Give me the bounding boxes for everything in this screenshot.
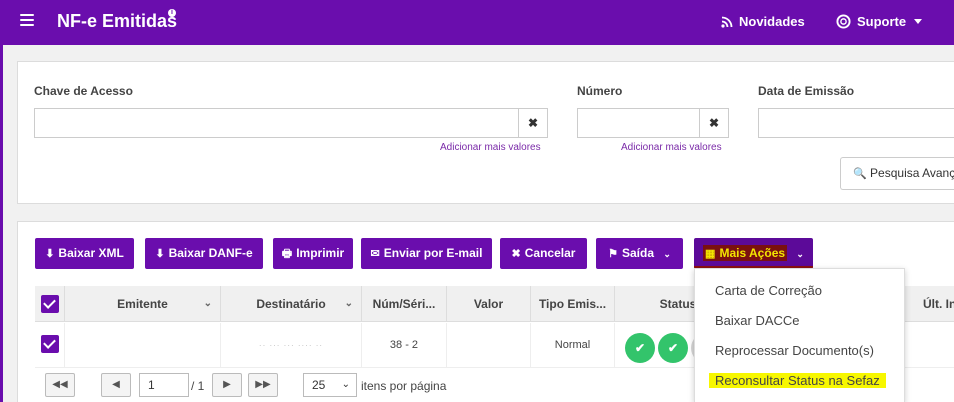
- chave-clear-button[interactable]: ✖: [518, 108, 548, 138]
- cell-valor: [447, 323, 531, 368]
- cell-tipo-emissao: Normal: [531, 323, 615, 368]
- close-icon: ✖: [511, 248, 521, 260]
- imprimir-label: Imprimir: [296, 246, 345, 260]
- cancelar-button[interactable]: ✖ Cancelar: [500, 238, 587, 269]
- chevron-down-icon: ⌄: [796, 249, 804, 259]
- chevron-down-icon: ⌄: [203, 298, 212, 309]
- numero-input[interactable]: [577, 108, 700, 138]
- top-bar: NF-e Emitidas i Novidades Suporte: [0, 0, 954, 45]
- column-label: Valor: [473, 297, 504, 311]
- caret-down-icon: [914, 19, 923, 24]
- search-icon: 🔍: [853, 168, 867, 180]
- prev-page-button[interactable]: ◀: [101, 373, 131, 397]
- mais-acoes-label: Mais Ações: [719, 246, 786, 260]
- chave-label: Chave de Acesso: [34, 84, 133, 98]
- column-header-emitente[interactable]: Emitente ⌄: [65, 286, 221, 322]
- row-checkbox[interactable]: [41, 335, 59, 353]
- per-page-label: itens por página: [361, 379, 447, 393]
- enviar-email-button[interactable]: ✉ Enviar por E-mail: [361, 238, 492, 269]
- download-icon: ⬇: [155, 248, 165, 260]
- baixar-danfe-button[interactable]: ⬇ Baixar DANF-e: [145, 238, 263, 269]
- lifebuoy-icon: [836, 14, 851, 29]
- mais-acoes-button[interactable]: ▦ Mais Ações ⌄: [694, 238, 813, 269]
- envelope-icon: ✉: [370, 248, 380, 260]
- enviar-email-label: Enviar por E-mail: [383, 246, 483, 260]
- baixar-danfe-label: Baixar DANF-e: [168, 246, 253, 260]
- cancelar-label: Cancelar: [524, 246, 576, 260]
- novidades-link[interactable]: Novidades: [721, 14, 805, 29]
- numero-clear-button[interactable]: ✖: [699, 108, 729, 138]
- data-emissao-input[interactable]: [758, 108, 954, 138]
- chave-input[interactable]: [34, 108, 519, 138]
- numero-label: Número: [577, 84, 623, 98]
- check-icon[interactable]: ✔: [658, 333, 688, 363]
- row-select-cell: [35, 323, 65, 368]
- last-page-button[interactable]: ▶▶: [248, 373, 278, 397]
- menu-icon[interactable]: [20, 14, 34, 26]
- grid-icon: ▦: [705, 248, 716, 260]
- page-title: NF-e Emitidas: [57, 11, 178, 31]
- suporte-menu[interactable]: Suporte: [836, 14, 923, 29]
- left-rail: [0, 45, 3, 402]
- column-header-destinatario[interactable]: Destinatário ⌄: [221, 286, 362, 322]
- check-icon[interactable]: ✔: [625, 333, 655, 363]
- filter-panel: Chave de Acesso ✖ Adicionar mais valores…: [17, 61, 954, 204]
- column-label: Tipo Emis...: [538, 297, 607, 311]
- column-header-valor[interactable]: Valor: [447, 286, 531, 322]
- page-size-select[interactable]: 25 ⌄: [303, 373, 357, 397]
- select-all-checkbox[interactable]: [41, 295, 59, 313]
- page-size-value: 25: [312, 378, 326, 392]
- column-label: Emitente: [117, 297, 168, 311]
- advanced-search-label: Pesquisa Avançada: [870, 166, 954, 180]
- saida-label: Saída: [621, 246, 654, 260]
- signpost-icon: ⚑: [608, 248, 618, 260]
- menu-item-reprocessar[interactable]: Reprocessar Documento(s): [715, 343, 874, 358]
- novidades-label: Novidades: [739, 14, 805, 29]
- select-all-cell: [35, 286, 65, 322]
- print-icon: 🖶: [281, 248, 293, 260]
- cell-emitente: [65, 323, 221, 368]
- baixar-xml-button[interactable]: ⬇ Baixar XML: [35, 238, 134, 269]
- column-label: Status: [659, 297, 697, 311]
- column-header-num-serie[interactable]: Núm/Séri...: [362, 286, 447, 322]
- page-total-label: / 1: [191, 379, 205, 393]
- saida-button[interactable]: ⚑ Saída ⌄: [596, 238, 683, 269]
- chevron-down-icon: ⌄: [341, 379, 350, 390]
- advanced-search-button[interactable]: 🔍 Pesquisa Avançada: [840, 157, 954, 190]
- data-emissao-label: Data de Emissão: [758, 84, 855, 98]
- rss-icon: [721, 16, 733, 28]
- column-label: Destinatário: [256, 297, 326, 311]
- numero-add-more-link[interactable]: Adicionar mais valores: [621, 142, 722, 153]
- chave-add-more-link[interactable]: Adicionar mais valores: [440, 142, 541, 153]
- mais-acoes-menu: Carta de Correção Baixar DACCe Reprocess…: [694, 268, 905, 402]
- column-header-ult-interacao[interactable]: Últ. Inte: [923, 286, 954, 322]
- chevron-down-icon: ⌄: [344, 298, 353, 309]
- imprimir-button[interactable]: 🖶 Imprimir: [273, 238, 353, 269]
- menu-item-baixar-dacce[interactable]: Baixar DACCe: [715, 313, 800, 328]
- download-icon: ⬇: [45, 248, 55, 260]
- baixar-xml-label: Baixar XML: [58, 246, 124, 260]
- cell-destinatario: ·· ··· ··· ···· ··: [221, 323, 362, 368]
- chevron-down-icon: ⌄: [663, 249, 671, 259]
- suporte-label: Suporte: [857, 14, 907, 29]
- menu-item-carta-correcao[interactable]: Carta de Correção: [715, 283, 822, 298]
- page-number-input[interactable]: 1: [139, 373, 189, 397]
- menu-item-reconsultar-status[interactable]: Reconsultar Status na Sefaz: [709, 373, 886, 388]
- first-page-button[interactable]: ◀◀: [45, 373, 75, 397]
- info-icon[interactable]: i: [168, 9, 176, 17]
- cell-num-serie: 38 - 2: [362, 323, 447, 368]
- column-header-tipo-emissao[interactable]: Tipo Emis...: [531, 286, 615, 322]
- column-label: Núm/Séri...: [372, 297, 436, 311]
- next-page-button[interactable]: ▶: [212, 373, 242, 397]
